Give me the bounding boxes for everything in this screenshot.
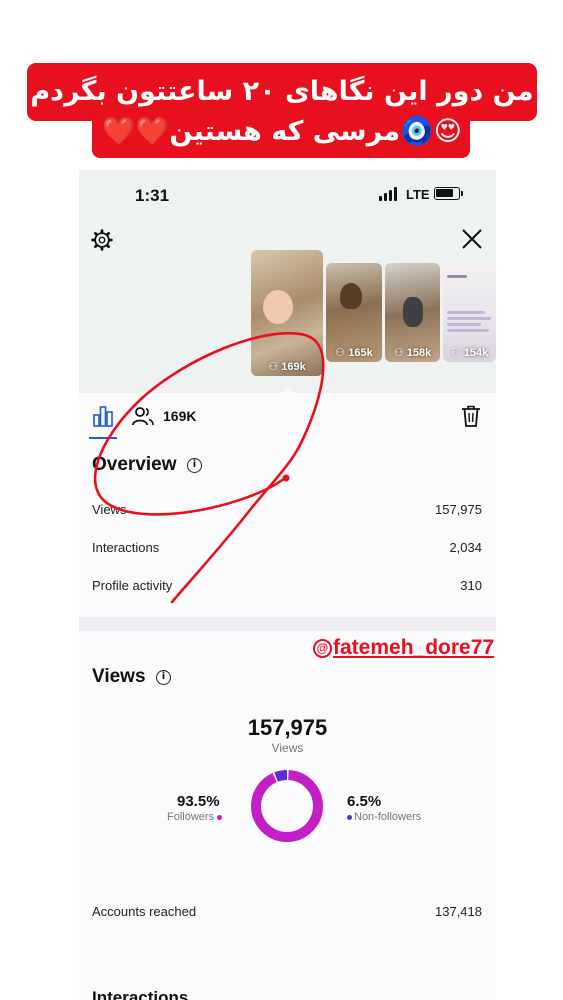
- active-tab-indicator: [89, 437, 117, 439]
- people-icon[interactable]: [131, 405, 155, 427]
- followers-dot: [217, 814, 223, 820]
- section-divider: [79, 617, 496, 631]
- thumbnail-count: ⚇ 165k: [335, 347, 373, 359]
- views-total-label: Views: [271, 741, 304, 755]
- overview-title: Overview: [92, 454, 177, 475]
- insights-screenshot: 1:31 LTE ⚇ 169k ⚇ 165k ⚇ 158k ⚇ 154k 169…: [79, 170, 496, 1000]
- overview-row-label: Interactions: [92, 540, 160, 555]
- close-icon[interactable]: [461, 228, 483, 250]
- handle-text: fatemeh_dore77: [333, 636, 495, 659]
- gear-icon[interactable]: [91, 229, 113, 251]
- instagram-handle-watermark[interactable]: @ fatemeh_dore77: [313, 636, 494, 660]
- status-time: 1:31: [135, 186, 170, 205]
- post-thumbnail[interactable]: ⚇ 165k: [326, 263, 382, 362]
- network-label: LTE: [406, 187, 430, 202]
- nonfollowers-dot: [347, 814, 352, 820]
- overview-row-label: Views: [92, 502, 127, 517]
- story-caption-text: من دور این نگاهای ۲۰ ساعتتون بگردم 😍🧿مرس…: [27, 72, 537, 152]
- info-icon[interactable]: i: [187, 458, 202, 473]
- thumbnail-count: ⚇ 154k: [450, 347, 489, 359]
- nonfollowers-pct: 6.5%: [347, 793, 382, 810]
- followers-legend: Followers: [167, 811, 223, 823]
- battery-tip: [461, 191, 463, 196]
- post-thumbnail[interactable]: ⚇ 169k: [251, 250, 323, 376]
- views-total: 157,975: [247, 715, 328, 740]
- followers-donut-chart: [251, 770, 323, 842]
- nonfollowers-legend: Non-followers: [347, 811, 421, 823]
- battery-icon: [434, 187, 460, 200]
- trash-icon[interactable]: [461, 405, 481, 427]
- overview-row-label: Profile activity: [92, 578, 173, 593]
- views-section: Views i 157,975 Views 93.5% Followers 6.…: [79, 631, 496, 1000]
- signal-icon: [379, 187, 401, 201]
- header-area: 1:31 LTE ⚇ 169k ⚇ 165k ⚇ 158k ⚇ 154k: [79, 170, 496, 406]
- tabs-row: 169K: [79, 393, 496, 441]
- post-thumbnail[interactable]: ⚇ 154k: [443, 263, 496, 362]
- interactions-title: Interactions: [92, 988, 189, 1000]
- reach-count[interactable]: 169K: [163, 408, 196, 424]
- thumbnail-subject: [403, 297, 423, 327]
- caption-line-2: 😍🧿مرسی که هستین❤️❤️: [102, 116, 462, 147]
- bar-chart-icon[interactable]: [92, 405, 114, 427]
- thumbnail-count: ⚇ 158k: [393, 347, 432, 359]
- followers-label: Followers: [167, 811, 215, 823]
- followers-pct: 93.5%: [177, 793, 220, 810]
- thumbnail-subject: [340, 283, 362, 309]
- accounts-reached-value: 137,418: [435, 904, 482, 919]
- accounts-reached-label: Accounts reached: [92, 904, 197, 919]
- post-thumbnail[interactable]: ⚇ 158k: [385, 263, 440, 362]
- overview-section: Overview i Views 157,975 Interactions 2,…: [79, 442, 496, 617]
- overview-row-value: 157,975: [435, 502, 482, 517]
- caption-line-1: من دور این نگاهای ۲۰ ساعتتون بگردم: [30, 76, 534, 107]
- threads-icon: @: [313, 639, 332, 658]
- thumbnail-subject: [263, 290, 293, 324]
- overview-row-value: 2,034: [449, 540, 482, 555]
- views-title: Views: [92, 666, 146, 687]
- overview-row-value: 310: [460, 578, 482, 593]
- nonfollowers-label: Non-followers: [354, 811, 422, 823]
- donut-slice-followers: [251, 770, 323, 842]
- info-icon[interactable]: i: [156, 670, 171, 685]
- thumbnail-count: ⚇ 169k: [268, 361, 306, 373]
